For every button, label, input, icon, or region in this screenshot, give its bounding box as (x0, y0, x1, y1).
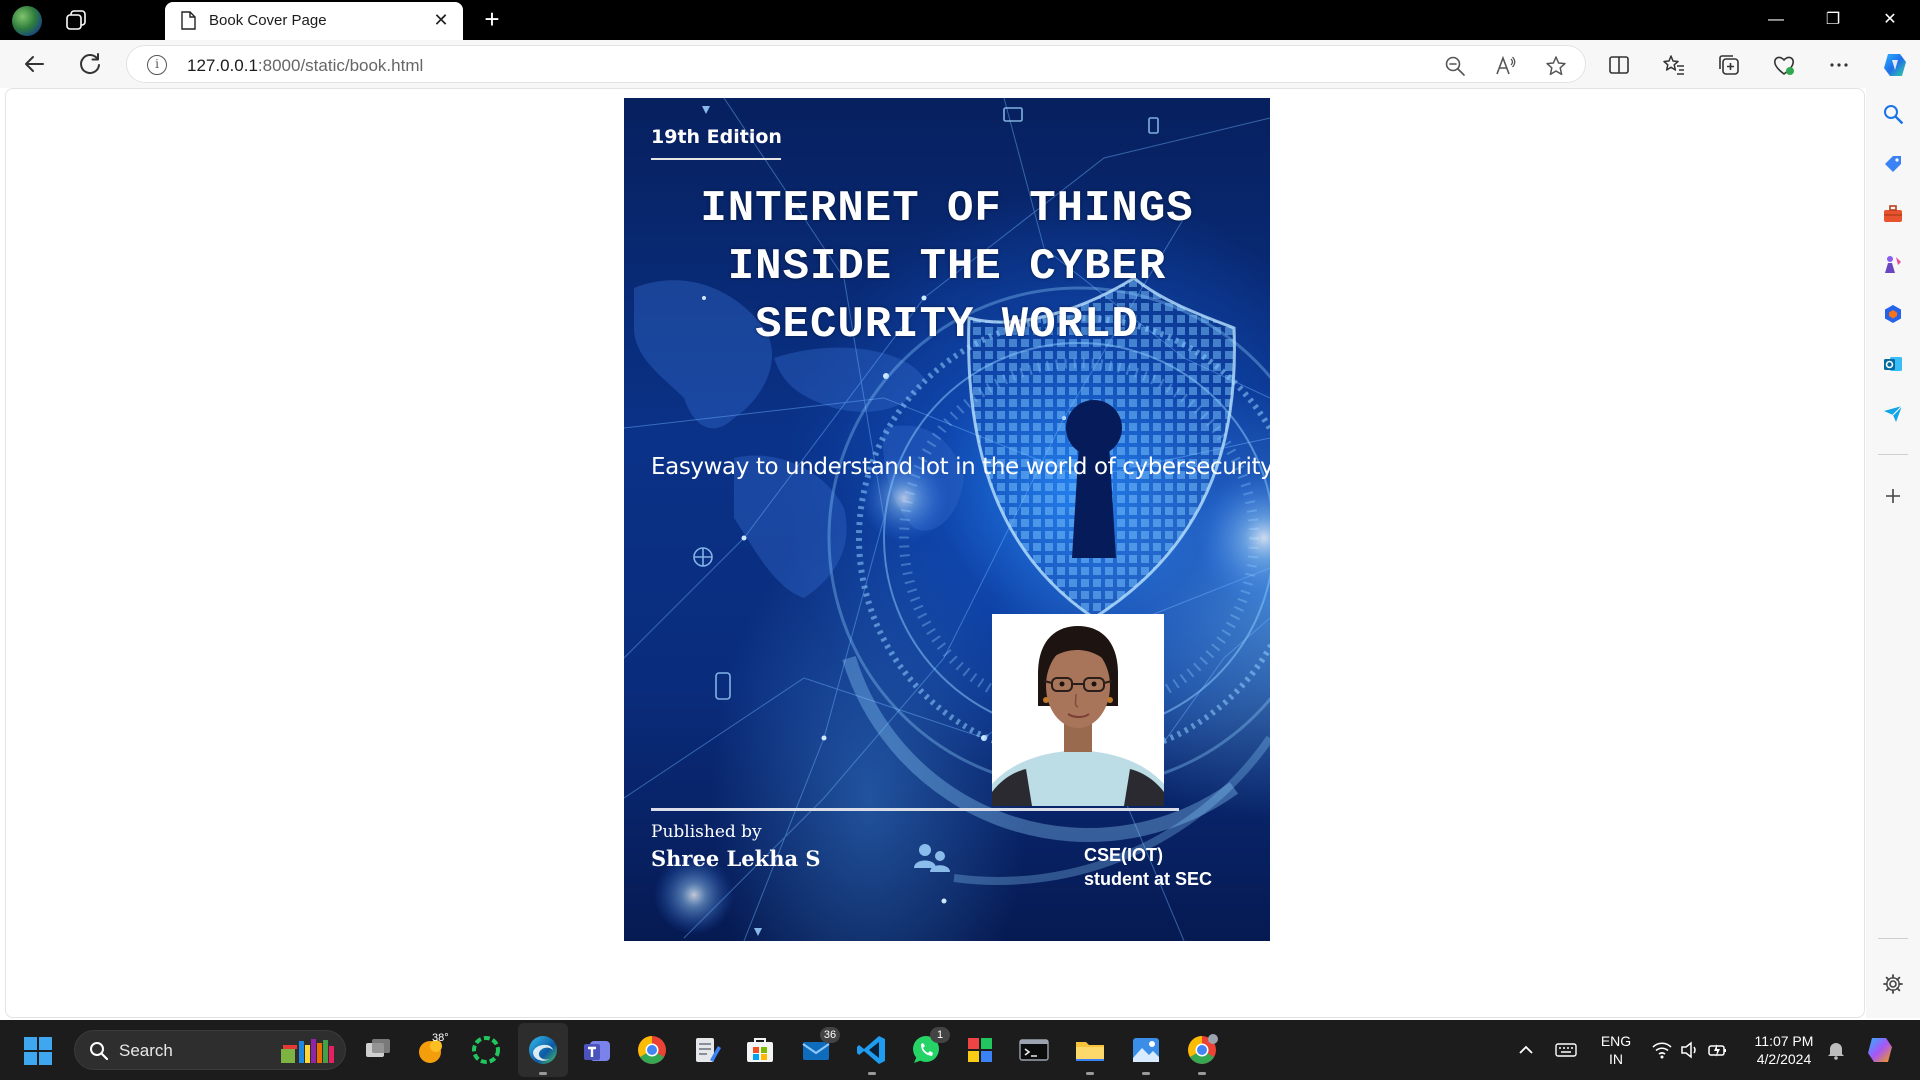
document-icon (181, 11, 196, 30)
edition-underline (651, 158, 781, 160)
url-text: 127.0.0.1:8000/static/book.html (187, 56, 424, 75)
file-explorer-icon[interactable] (1072, 1032, 1108, 1068)
author-role: CSE(IOT) student at SEC (1084, 843, 1212, 891)
terminal-icon[interactable] (1016, 1032, 1052, 1068)
running-indicator (1198, 1072, 1206, 1075)
book-cover: 19th Edition INTERNET OF THINGS INSIDE T… (624, 98, 1270, 941)
edge-browser-icon[interactable] (525, 1032, 561, 1068)
wifi-icon[interactable] (1650, 1038, 1674, 1062)
shopping-tag-icon[interactable] (1882, 153, 1904, 175)
battery-charging-icon[interactable] (1706, 1038, 1730, 1062)
search-icon (90, 1042, 109, 1061)
tab-book-cover[interactable]: Book Cover Page ✕ (165, 2, 463, 40)
add-icon[interactable] (1882, 485, 1904, 507)
author-role-line: student at SEC (1084, 869, 1213, 889)
language-line: IN (1609, 1051, 1623, 1067)
split-screen-icon[interactable] (1607, 53, 1631, 77)
bottom-divider (651, 808, 1179, 811)
collections-icon[interactable] (1717, 53, 1741, 77)
tab-close-icon[interactable]: ✕ (431, 10, 451, 30)
volume-icon[interactable] (1678, 1038, 1702, 1062)
vscode-icon[interactable] (854, 1032, 890, 1068)
title-bar: Book Cover Page ✕ + — ❐ ✕ (0, 0, 1920, 40)
document-editor-icon[interactable] (688, 1032, 724, 1068)
tab-title: Book Cover Page (209, 12, 327, 29)
notification-badge: 36 (820, 1027, 840, 1043)
running-indicator (1086, 1072, 1094, 1075)
whatsapp-app-icon[interactable]: 1 (908, 1027, 950, 1068)
author-portrait-image (992, 614, 1164, 806)
book-subtitle: Easyway to understand Iot in the world o… (651, 454, 1270, 480)
language-indicator[interactable]: ENG IN (1596, 1032, 1636, 1068)
notification-badge: 1 (930, 1027, 950, 1043)
settings-gear-icon[interactable] (1882, 973, 1904, 995)
tools-briefcase-icon[interactable] (1882, 203, 1904, 225)
search-highlight-books-icon (281, 1039, 334, 1063)
clock-time: 11:07 PM (1754, 1033, 1814, 1049)
read-aloud-icon[interactable] (1495, 55, 1517, 77)
zoom-out-icon[interactable] (1444, 55, 1466, 77)
site-info-icon[interactable]: i (147, 55, 167, 75)
keyboard-icon[interactable] (1554, 1038, 1578, 1062)
taskbar-search-box[interactable]: Search (74, 1030, 346, 1070)
close-window-button[interactable]: ✕ (1862, 0, 1918, 40)
microsoft-365-icon[interactable] (1882, 303, 1904, 325)
taskbar: Search 38° 36 1 ENG IN 11:07 PM 4/2/2024 (0, 1020, 1920, 1080)
windows-start-icon[interactable] (24, 1037, 52, 1065)
weather-temperature: 38° (432, 1032, 449, 1044)
chrome-profile-icon[interactable] (1184, 1032, 1220, 1068)
author-name: Shree Lekha S (651, 846, 821, 871)
green-ring-app-icon[interactable] (468, 1032, 504, 1068)
running-indicator (868, 1072, 876, 1075)
address-input[interactable]: i 127.0.0.1:8000/static/book.html (126, 45, 1586, 83)
search-icon[interactable] (1882, 103, 1904, 125)
book-title-line: INTERNET OF THINGS (700, 184, 1194, 234)
author-photo (992, 614, 1164, 806)
notification-bell-icon[interactable] (1824, 1038, 1848, 1062)
photos-icon[interactable] (1128, 1032, 1164, 1068)
chrome-icon[interactable] (634, 1032, 670, 1068)
search-label: Search (119, 1041, 173, 1060)
clock-date: 4/2/2024 (1756, 1051, 1812, 1067)
browser-essentials-icon[interactable] (1772, 53, 1796, 77)
mail-app-icon[interactable]: 36 (798, 1027, 840, 1068)
task-view-icon[interactable] (360, 1032, 396, 1068)
running-indicator (539, 1072, 547, 1075)
copilot-icon[interactable] (1880, 50, 1910, 80)
sidebar-divider (1878, 454, 1908, 455)
new-tab-button[interactable]: + (478, 6, 506, 34)
show-hidden-icons-chevron-icon[interactable] (1514, 1038, 1538, 1062)
running-indicator (1142, 1072, 1150, 1075)
favorites-icon[interactable] (1662, 53, 1686, 77)
sidebar-divider (1878, 938, 1908, 939)
more-options-icon[interactable] (1827, 53, 1851, 77)
restore-button[interactable]: ❐ (1805, 0, 1861, 40)
profile-avatar[interactable] (12, 6, 42, 36)
edge-sidebar (1866, 88, 1920, 1018)
author-role-line: CSE(IOT) (1084, 845, 1163, 865)
published-by-label: Published by (651, 822, 762, 842)
edition-label: 19th Edition (651, 126, 782, 148)
back-icon[interactable] (18, 48, 50, 80)
teams-icon[interactable] (580, 1032, 616, 1068)
book-title-line: SECURITY WORLD (755, 300, 1139, 350)
send-icon[interactable] (1882, 403, 1904, 425)
favorite-star-icon[interactable] (1545, 55, 1567, 77)
outlook-icon[interactable] (1882, 353, 1904, 375)
minimize-button[interactable]: — (1748, 0, 1804, 40)
colorful-grid-app-icon[interactable] (962, 1032, 998, 1068)
refresh-icon[interactable] (74, 48, 106, 80)
workspaces-icon[interactable] (64, 9, 88, 31)
book-title: INTERNET OF THINGS INSIDE THE CYBER SECU… (644, 180, 1250, 354)
book-title-line: INSIDE THE CYBER (727, 242, 1167, 292)
microsoft-store-icon[interactable] (742, 1032, 778, 1068)
address-bar-row: i 127.0.0.1:8000/static/book.html (0, 40, 1920, 88)
language-line: ENG (1600, 1033, 1632, 1049)
copilot-taskbar-icon[interactable] (1864, 1034, 1896, 1066)
games-icon[interactable] (1882, 253, 1904, 275)
clock[interactable]: 11:07 PM 4/2/2024 (1744, 1032, 1824, 1068)
